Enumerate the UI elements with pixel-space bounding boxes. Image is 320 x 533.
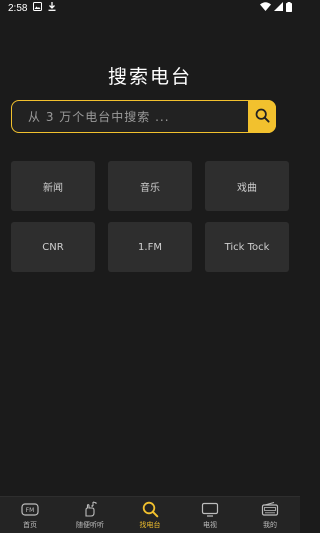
download-icon	[48, 2, 56, 14]
nav-item-mine[interactable]: 我的	[240, 497, 300, 533]
nav-label: 随便听听	[76, 521, 104, 529]
search-button-wrap	[248, 100, 276, 133]
radio-icon	[261, 501, 279, 517]
status-bar: 2:58	[0, 0, 300, 16]
category-tile-opera[interactable]: 戏曲	[205, 161, 289, 211]
nav-item-random-listen[interactable]: 随便听听	[60, 497, 120, 533]
search-icon	[255, 108, 270, 126]
category-label: 新闻	[43, 182, 63, 194]
nav-label: 首页	[23, 521, 37, 529]
category-tile-ticktock[interactable]: Tick Tock	[205, 222, 289, 272]
category-tile-music[interactable]: 音乐	[108, 161, 192, 211]
category-label: 音乐	[140, 182, 160, 194]
search-button[interactable]	[248, 100, 276, 133]
category-label: CNR	[42, 241, 64, 253]
tv-icon	[201, 501, 219, 517]
nav-label: 我的	[263, 521, 277, 529]
page-title: 搜索电台	[107, 66, 192, 88]
signal-icon	[274, 2, 283, 14]
svg-text:FM: FM	[26, 507, 35, 514]
search-bar	[11, 100, 276, 133]
battery-icon	[286, 1, 292, 15]
nav-label: 找电台	[139, 521, 161, 529]
category-label: 1.FM	[138, 241, 162, 253]
category-label: Tick Tock	[224, 241, 270, 253]
wifi-icon	[260, 2, 271, 14]
search-icon	[141, 501, 159, 517]
category-tile-cnr[interactable]: CNR	[11, 222, 95, 272]
status-right	[260, 1, 292, 15]
category-tile-1fm[interactable]: 1.FM	[108, 222, 192, 272]
nav-label: 电视	[203, 521, 217, 529]
category-label: 戏曲	[237, 182, 257, 194]
category-grid: 新闻 音乐 戏曲 CNR 1.FM Tick Tock	[11, 161, 289, 272]
bottom-nav: FM 首页 随便听听 找电台 电视 我的	[0, 496, 300, 533]
nav-item-tv[interactable]: 电视	[180, 497, 240, 533]
hand-music-icon	[81, 501, 99, 517]
nav-item-find-station[interactable]: 找电台	[120, 497, 180, 533]
status-left: 2:58	[8, 2, 56, 14]
fm-icon: FM	[21, 501, 39, 517]
search-input[interactable]	[12, 101, 275, 132]
category-tile-news[interactable]: 新闻	[11, 161, 95, 211]
nav-item-home[interactable]: FM 首页	[0, 497, 60, 533]
status-time: 2:58	[8, 2, 28, 14]
image-icon	[33, 2, 43, 14]
